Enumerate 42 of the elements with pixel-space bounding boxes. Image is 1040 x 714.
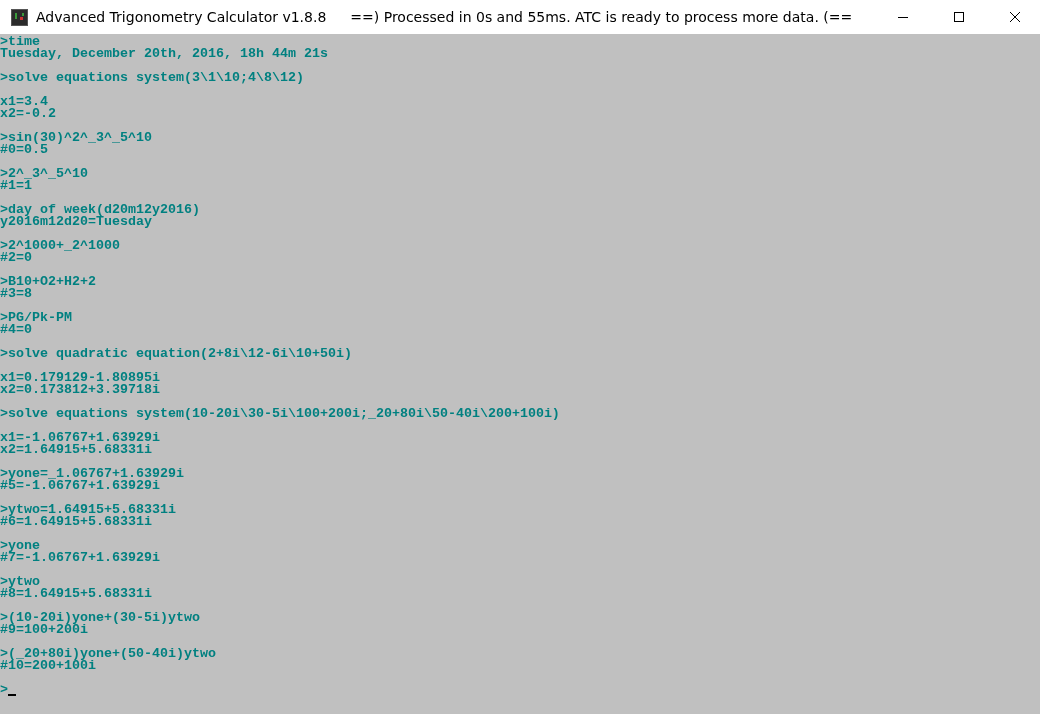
console-line: >yone=_1.06767+1.63929i [0,468,184,480]
console-line: >yone [0,540,40,552]
console-line: #3=8 [0,288,32,300]
console-line: #4=0 [0,324,32,336]
console-line: x1=3.4 [0,96,48,108]
console-line: >B10+O2+H2+2 [0,276,96,288]
console-line: x2=-0.2 [0,108,56,120]
maximize-icon [953,11,965,23]
window-title: Advanced Trigonometry Calculator v1.8.8 [36,9,327,25]
app-icon [11,8,28,26]
console-line: #2=0 [0,252,32,264]
console-line: >2^_3^_5^10 [0,168,88,180]
console-line: #7=-1.06767+1.63929i [0,552,160,564]
console-line: >time [0,36,40,48]
console-line: x2=0.173812+3.39718i [0,384,160,396]
console-line: >(10-20i)yone+(30-5i)ytwo [0,612,200,624]
console-line: >(_20+80i)yone+(50-40i)ytwo [0,648,216,660]
console-line: >ytwo=1.64915+5.68331i [0,504,176,516]
close-icon [1009,11,1021,23]
console-line: >day of week(d20m12y2016) [0,204,200,216]
console-line: x2=1.64915+5.68331i [0,444,152,456]
console-line: #8=1.64915+5.68331i [0,588,152,600]
console-line: #6=1.64915+5.68331i [0,516,152,528]
console-line: #1=1 [0,180,32,192]
console-line: #10=200+100i [0,660,96,672]
status-message: ==) Processed in 0s and 55ms. ATC is ready to process more data. (== [350,9,853,25]
console-line: >sin(30)^2^_3^_5^10 [0,132,152,144]
console-line: >PG/Pk-PM [0,312,72,324]
console-line: >solve quadratic equation(2+8i\12-6i\10+50i) [0,348,352,360]
console-line: Tuesday, December 20th, 2016, 18h 44m 21s [0,48,328,60]
command-prompt[interactable]: > [0,684,8,696]
console-line: x1=-1.06767+1.63929i [0,432,160,444]
console-line: y2016m12d20=Tuesday [0,216,152,228]
console-line: >solve equations system(10-20i\30-5i\100+200i;_20+80i\50-40i\200+100i) [0,408,560,420]
text-cursor [8,694,16,696]
console-line: #9=100+200i [0,624,88,636]
console-line: #5=-1.06767+1.63929i [0,480,160,492]
console-line: #0=0.5 [0,144,48,156]
console-line: x1=0.179129-1.80895i [0,372,160,384]
console-line: >ytwo [0,576,40,588]
console-line: >solve equations system(3\1\10;4\8\12) [0,72,304,84]
console-line: >2^1000+_2^1000 [0,240,120,252]
